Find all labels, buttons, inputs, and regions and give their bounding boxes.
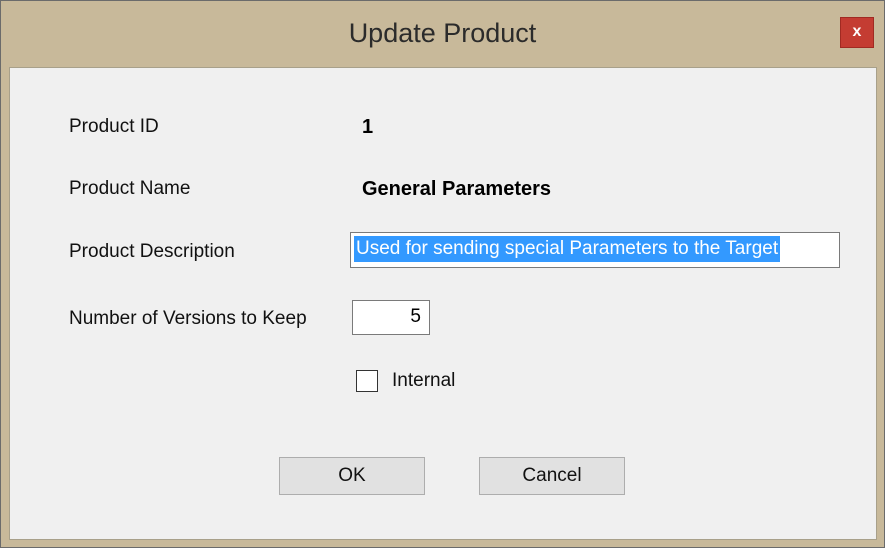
dialog-body: Product ID 1 Product Name General Parame…	[9, 67, 877, 540]
ok-button[interactable]: OK	[279, 457, 425, 495]
close-icon: x	[852, 23, 862, 40]
title-bar[interactable]: Update Product x	[1, 1, 884, 67]
close-button[interactable]: x	[840, 17, 874, 48]
product-description-field[interactable]: Used for sending special Parameters to t…	[350, 232, 840, 268]
product-id-label: Product ID	[69, 116, 159, 137]
window-title: Update Product	[348, 18, 537, 48]
versions-to-keep-label: Number of Versions to Keep	[69, 308, 307, 329]
internal-checkbox-label[interactable]: Internal	[392, 370, 455, 392]
versions-to-keep-field[interactable]: 5	[352, 300, 430, 335]
cancel-button[interactable]: Cancel	[479, 457, 625, 495]
product-id-value: 1	[362, 116, 374, 138]
product-name-label: Product Name	[69, 178, 191, 199]
product-name-value: General Parameters	[362, 178, 552, 200]
product-description-label: Product Description	[69, 241, 235, 262]
update-product-dialog: Update Product x Product ID 1 Product Na…	[0, 0, 885, 548]
product-description-selected-text: Used for sending special Parameters to t…	[354, 236, 781, 262]
internal-checkbox[interactable]	[356, 370, 378, 392]
